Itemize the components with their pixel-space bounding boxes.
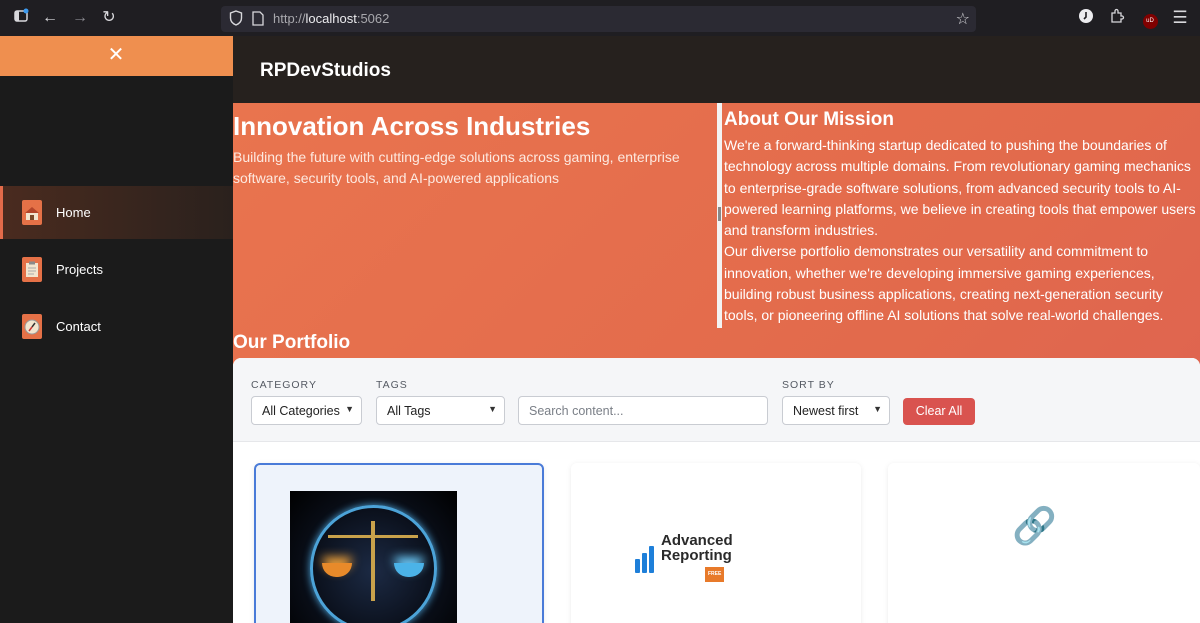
back-arrow-icon[interactable]: ← [40,8,60,28]
category-select[interactable]: All Categories ▼ [251,396,362,425]
sidebar-item-label: Home [56,205,91,220]
shield-icon[interactable] [229,10,243,31]
sidebar: ✕ Home Projects Contact [0,36,233,623]
search-input[interactable]: Search content... [518,396,768,425]
logo-badge: FREE [705,567,725,582]
url-text[interactable]: http://localhost:5062 [273,11,389,26]
sidebar-item-projects[interactable]: Projects [0,243,233,296]
sidebar-header: ✕ [0,36,233,76]
about-paragraph: Our diverse portfolio demonstrates our v… [724,243,1164,324]
chevron-down-icon: ▼ [488,404,497,414]
sidebar-item-home[interactable]: Home [0,186,233,239]
advanced-reporting-logo: Advanced Reporting FREE [633,533,733,582]
portfolio-panel: CATEGORY All Categories ▼ TAGS All Tags … [233,358,1200,623]
tags-label: TAGS [376,379,408,391]
sidebar-toggle-icon[interactable] [11,8,31,28]
page-icon [252,11,264,31]
tags-select[interactable]: All Tags ▼ [376,396,505,425]
address-bar[interactable]: http://localhost:5062 ☆ [221,6,976,32]
link-icon: 🔗 [1012,505,1057,546]
category-label: CATEGORY [251,379,317,391]
clear-all-button[interactable]: Clear All [903,398,975,425]
sidebar-item-label: Projects [56,262,103,277]
home-icon [22,200,42,225]
sidebar-item-contact[interactable]: Contact [0,300,233,353]
menu-icon[interactable]: ☰ [1170,8,1190,28]
app-header: RPDevStudios [233,36,1200,103]
portfolio-card[interactable] [254,463,544,623]
compass-icon [22,314,42,339]
filter-bar: CATEGORY All Categories ▼ TAGS All Tags … [233,358,1200,442]
scales-artwork-image [290,491,457,623]
brand-logo-text[interactable]: RPDevStudios [260,60,391,82]
sort-select[interactable]: Newest first ▼ [782,396,890,425]
hero-title: Innovation Across Industries [233,111,591,141]
ublock-icon[interactable]: uD [1140,8,1160,29]
resize-divider[interactable] [717,103,722,328]
browser-toolbar: ← → ↻ http://localhost:5062 ☆ uD ☰ [0,0,1200,36]
extensions-icon[interactable] [1107,8,1127,28]
clipboard-icon [22,257,42,282]
about-title: About Our Mission [724,109,894,130]
sort-label: SORT BY [782,379,835,391]
resize-handle[interactable] [718,207,721,221]
sidebar-item-label: Contact [56,319,101,334]
portfolio-card[interactable]: Advanced Reporting FREE [571,463,861,623]
star-icon[interactable]: ☆ [956,9,970,29]
logo-text-line: Reporting [661,547,732,564]
logo-text-line: Advanced [661,532,733,549]
forward-arrow-icon[interactable]: → [70,8,90,28]
chevron-down-icon: ▼ [873,404,882,414]
about-paragraph: We're a forward-thinking startup dedicat… [724,137,1196,239]
bar-chart-icon [633,543,657,573]
about-body: We're a forward-thinking startup dedicat… [724,135,1199,327]
chevron-down-icon: ▼ [345,404,354,414]
portfolio-card[interactable]: 🔗 [888,463,1200,623]
portfolio-title: Our Portfolio [233,332,351,353]
reload-icon[interactable]: ↻ [99,8,119,28]
close-icon[interactable]: ✕ [106,45,126,65]
account-icon[interactable] [1076,8,1096,28]
hero-subtitle: Building the future with cutting-edge so… [233,149,680,186]
